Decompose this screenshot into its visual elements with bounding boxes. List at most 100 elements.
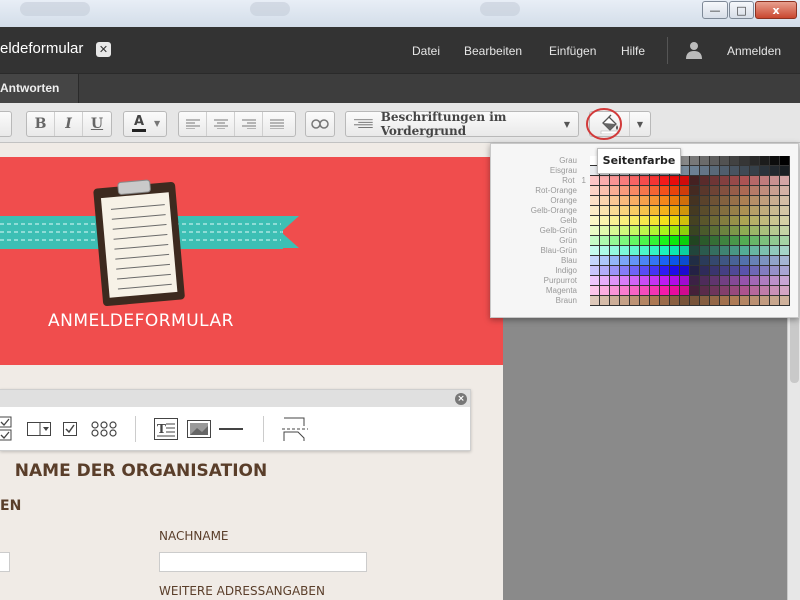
color-swatch[interactable] (690, 236, 700, 246)
dropdown-field-icon[interactable] (27, 422, 51, 436)
window-close-button[interactable]: x (755, 1, 797, 19)
color-swatch[interactable] (640, 286, 650, 296)
color-swatch[interactable] (690, 276, 700, 286)
color-swatch[interactable] (690, 156, 700, 166)
toolbar-group-cut[interactable] (0, 111, 12, 137)
color-swatch[interactable] (630, 286, 640, 296)
color-swatch[interactable] (630, 186, 640, 196)
color-swatch[interactable] (600, 286, 610, 296)
color-swatch[interactable] (730, 176, 740, 186)
color-swatch[interactable] (690, 186, 700, 196)
color-swatch[interactable] (730, 216, 740, 226)
checkbox-field-icon[interactable] (63, 422, 77, 436)
color-swatch[interactable] (610, 196, 620, 206)
color-swatch[interactable] (700, 286, 710, 296)
color-swatch[interactable] (660, 186, 670, 196)
color-swatch[interactable] (730, 226, 740, 236)
color-swatch[interactable] (740, 206, 750, 216)
color-swatch[interactable] (700, 216, 710, 226)
color-swatch[interactable] (650, 256, 660, 266)
radio-group-icon[interactable] (91, 421, 117, 437)
color-swatch[interactable] (630, 296, 640, 306)
color-swatch[interactable] (780, 156, 790, 166)
color-swatch[interactable] (780, 276, 790, 286)
color-swatch[interactable] (600, 186, 610, 196)
minimize-button[interactable]: — (702, 1, 728, 19)
align-center-button[interactable] (207, 112, 235, 136)
page-color-dropdown[interactable]: ▼ (630, 112, 650, 136)
color-swatch[interactable] (610, 186, 620, 196)
color-swatch[interactable] (680, 166, 690, 176)
color-swatch[interactable] (730, 186, 740, 196)
header-banner[interactable] (0, 157, 503, 365)
color-swatch[interactable] (730, 196, 740, 206)
tab-antworten[interactable]: Antworten (0, 74, 79, 104)
color-swatch[interactable] (640, 226, 650, 236)
color-swatch[interactable] (600, 216, 610, 226)
color-swatch[interactable] (720, 206, 730, 216)
color-swatch[interactable] (690, 246, 700, 256)
color-swatch[interactable] (740, 216, 750, 226)
color-swatch[interactable] (670, 256, 680, 266)
color-swatch[interactable] (750, 286, 760, 296)
color-swatch[interactable] (660, 216, 670, 226)
color-swatch[interactable] (650, 266, 660, 276)
color-swatch[interactable] (650, 206, 660, 216)
color-swatch[interactable] (650, 246, 660, 256)
color-swatch[interactable] (660, 206, 670, 216)
color-swatch[interactable] (590, 296, 600, 306)
color-swatch[interactable] (650, 186, 660, 196)
organization-name[interactable]: NAME DER ORGANISATION (0, 461, 282, 481)
page-color-button[interactable] (586, 108, 630, 140)
color-swatch[interactable] (730, 156, 740, 166)
color-swatch[interactable] (760, 276, 770, 286)
color-swatch[interactable] (650, 196, 660, 206)
menu-datei[interactable]: Datei (412, 44, 440, 58)
color-swatch[interactable] (780, 216, 790, 226)
color-swatch[interactable] (750, 276, 760, 286)
color-swatch[interactable] (690, 286, 700, 296)
color-swatch[interactable] (760, 246, 770, 256)
color-swatch[interactable] (720, 296, 730, 306)
color-swatch[interactable] (710, 276, 720, 286)
color-swatch[interactable] (770, 216, 780, 226)
color-swatch[interactable] (630, 276, 640, 286)
color-swatch[interactable] (740, 246, 750, 256)
color-swatch[interactable] (710, 226, 720, 236)
color-swatch[interactable] (600, 266, 610, 276)
color-swatch[interactable] (690, 266, 700, 276)
color-swatch[interactable] (760, 176, 770, 186)
color-swatch[interactable] (700, 166, 710, 176)
color-swatch[interactable] (590, 256, 600, 266)
color-swatch[interactable] (700, 256, 710, 266)
color-swatch[interactable] (780, 246, 790, 256)
color-swatch[interactable] (620, 226, 630, 236)
italic-button[interactable]: I (55, 112, 83, 136)
color-swatch[interactable] (710, 296, 720, 306)
address-label[interactable]: WEITERE ADRESSANGABEN (159, 584, 325, 598)
color-swatch[interactable] (750, 186, 760, 196)
color-swatch[interactable] (600, 196, 610, 206)
color-swatch[interactable] (630, 226, 640, 236)
color-swatch[interactable] (590, 266, 600, 276)
color-swatch[interactable] (750, 156, 760, 166)
color-swatch[interactable] (610, 206, 620, 216)
color-swatch[interactable] (670, 176, 680, 186)
color-swatch[interactable] (630, 176, 640, 186)
maximize-button[interactable]: □ (729, 1, 754, 19)
color-swatch[interactable] (760, 266, 770, 276)
color-swatch[interactable] (720, 156, 730, 166)
color-swatch[interactable] (740, 266, 750, 276)
color-swatch[interactable] (640, 186, 650, 196)
color-swatch[interactable] (750, 166, 760, 176)
color-swatch[interactable] (720, 236, 730, 246)
color-swatch[interactable] (720, 266, 730, 276)
align-justify-button[interactable] (263, 112, 291, 136)
color-swatch[interactable] (770, 206, 780, 216)
color-swatch[interactable] (760, 186, 770, 196)
checkbox-list-icon[interactable] (0, 416, 14, 442)
color-swatch[interactable] (610, 256, 620, 266)
color-swatch[interactable] (760, 296, 770, 306)
color-swatch[interactable] (630, 256, 640, 266)
color-swatch[interactable] (620, 256, 630, 266)
